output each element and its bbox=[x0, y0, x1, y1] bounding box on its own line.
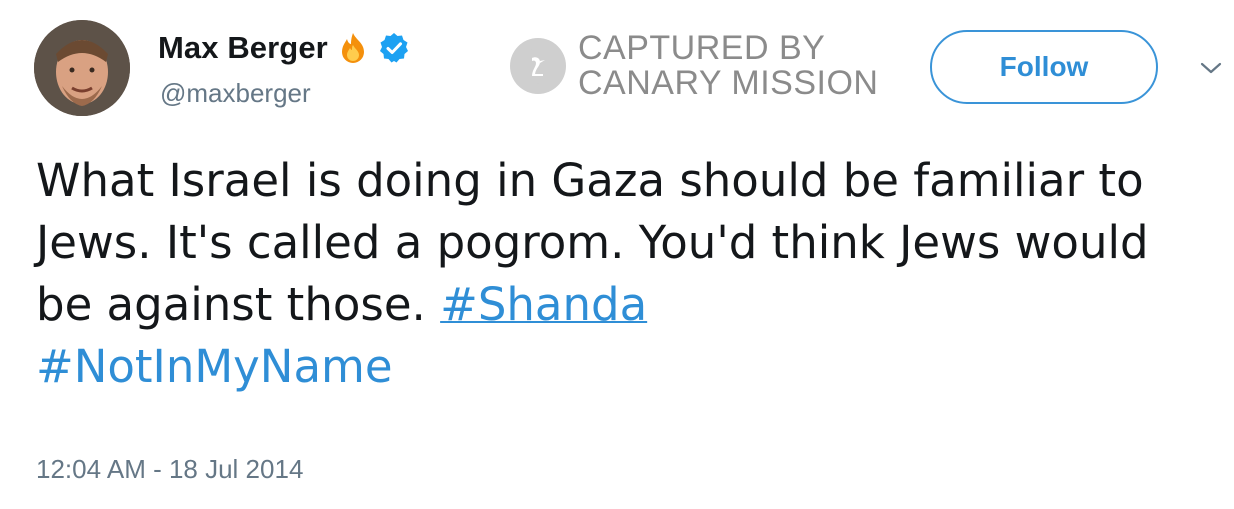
fire-icon bbox=[336, 31, 370, 65]
watermark-line2: CANARY MISSION bbox=[578, 64, 879, 102]
timestamp[interactable]: 12:04 AM - 18 Jul 2014 bbox=[36, 454, 303, 485]
watermark-line1: CAPTURED BY bbox=[578, 29, 826, 67]
watermark: CAPTURED BY CANARY MISSION bbox=[510, 30, 878, 102]
name-row: Max Berger bbox=[158, 28, 410, 68]
handle[interactable]: @maxberger bbox=[160, 78, 311, 109]
follow-button[interactable]: Follow bbox=[930, 30, 1158, 104]
hashtag-link[interactable]: #Shanda bbox=[440, 278, 647, 331]
chevron-down-icon[interactable] bbox=[1196, 58, 1226, 78]
display-name[interactable]: Max Berger bbox=[158, 30, 328, 66]
avatar[interactable] bbox=[34, 20, 130, 116]
tweet-card: Max Berger @maxberger CAPTURED BY CANARY… bbox=[0, 0, 1234, 509]
verified-icon bbox=[378, 32, 410, 64]
hashtag-link[interactable]: #NotInMyName bbox=[36, 340, 393, 393]
tweet-text: What Israel is doing in Gaza should be f… bbox=[36, 150, 1216, 398]
canary-bird-icon bbox=[510, 38, 566, 94]
watermark-text: CAPTURED BY CANARY MISSION bbox=[578, 31, 878, 101]
